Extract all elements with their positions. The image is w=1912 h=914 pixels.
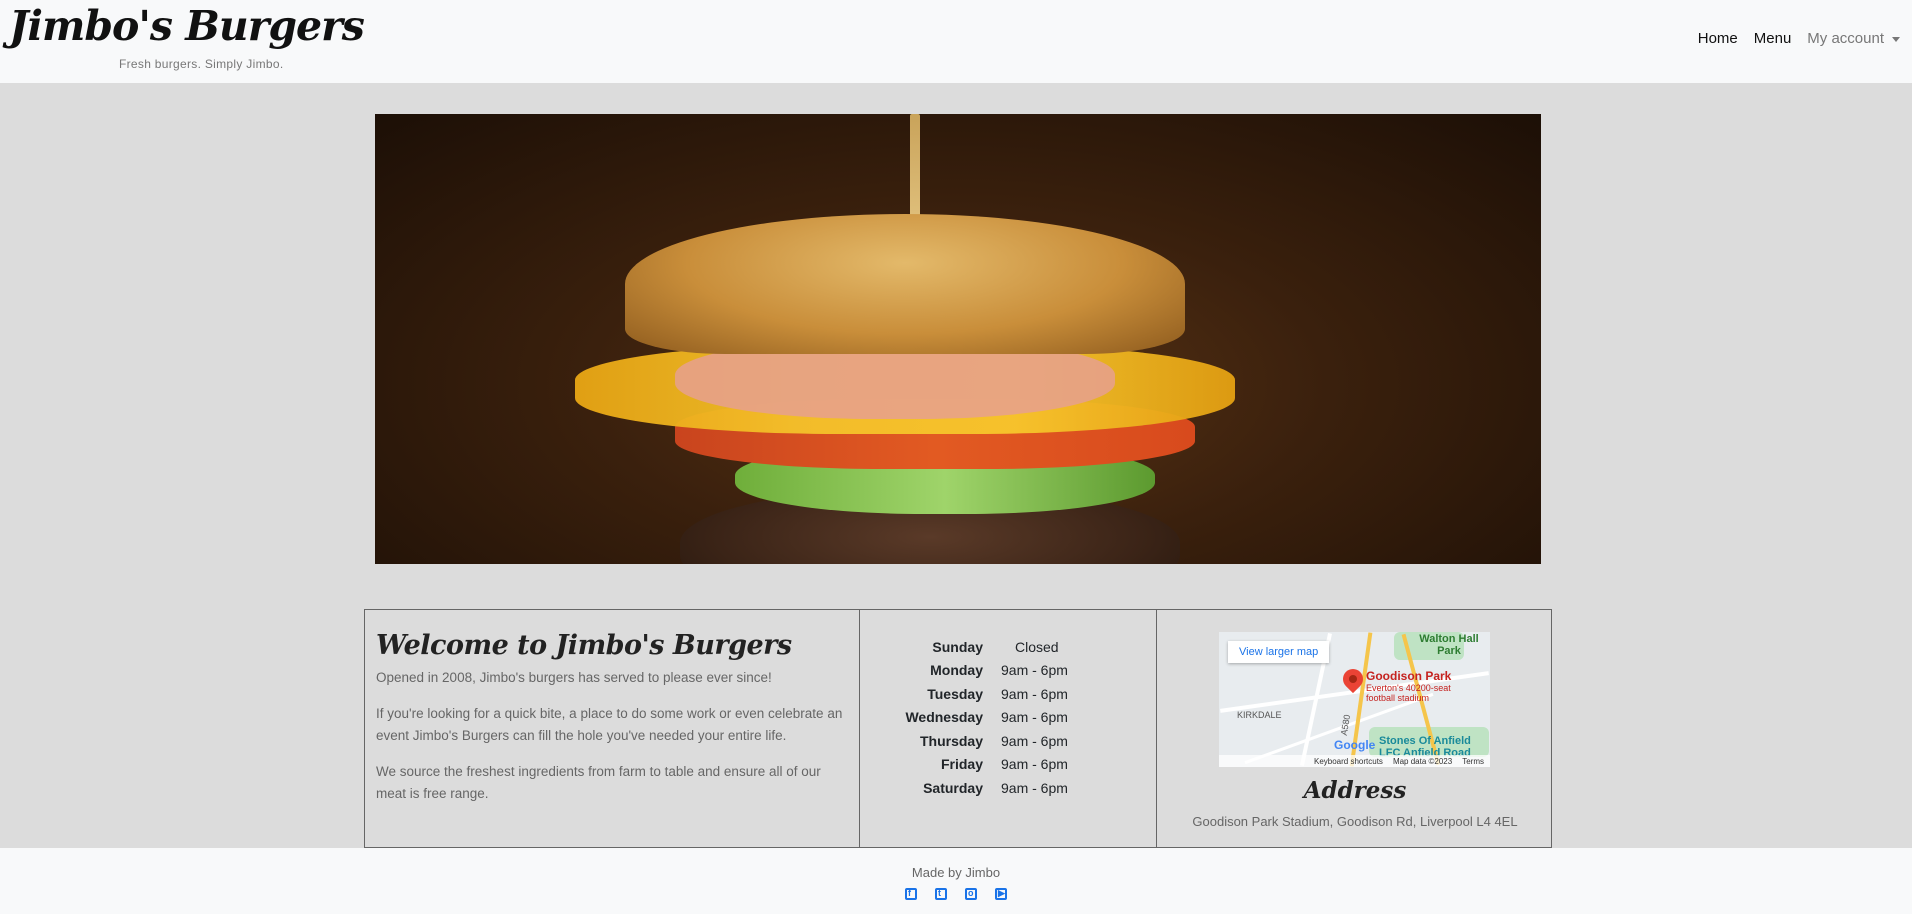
- welcome-paragraph-2: If you're looking for a quick bite, a pl…: [376, 706, 843, 743]
- brand-logo[interactable]: Jimbo's Burgers: [9, 0, 365, 52]
- hours-time: 9am - 6pm: [1001, 756, 1068, 773]
- embedded-map[interactable]: View larger map Goodison Park Everton's …: [1219, 632, 1490, 767]
- hours-row: Thursday 9am - 6pm: [860, 729, 1158, 753]
- map-data-credit: Map data ©2023: [1392, 756, 1453, 766]
- map-footer: Keyboard shortcuts Map data ©2023 Terms: [1219, 755, 1490, 767]
- social-links: f t o ▶: [0, 888, 1912, 900]
- burger-bun: [625, 214, 1185, 354]
- hours-time: Closed: [1015, 638, 1059, 655]
- hours-row: Friday 9am - 6pm: [860, 753, 1158, 777]
- nav-home-link[interactable]: Home: [1698, 30, 1738, 47]
- hours-time: 9am - 6pm: [1001, 685, 1068, 702]
- hero-burger-image: [375, 114, 1541, 564]
- opening-hours-table: Sunday Closed Monday 9am - 6pm Tuesday 9am …: [860, 635, 1158, 800]
- nav-links: Home Menu My account: [1682, 30, 1900, 47]
- hours-day: Wednesday: [905, 709, 983, 726]
- hours-day: Thursday: [919, 732, 983, 749]
- address-title: Address: [1303, 777, 1407, 804]
- welcome-title: Welcome to Jimbo's Burgers: [376, 630, 792, 661]
- welcome-section: Welcome to Jimbo's Burgers Opened in 200…: [364, 609, 860, 848]
- hours-time: 9am - 6pm: [1001, 709, 1068, 726]
- hours-time: 9am - 6pm: [1001, 662, 1068, 679]
- map-place-label: Goodison Park: [1366, 669, 1452, 683]
- map-road-label: A580: [1338, 713, 1353, 737]
- navbar: Jimbo's Burgers Fresh burgers. Simply Ji…: [0, 0, 1912, 83]
- brand-tagline: Fresh burgers. Simply Jimbo.: [119, 57, 284, 71]
- nav-account-label: My account: [1807, 30, 1884, 47]
- caret-down-icon: [1892, 36, 1900, 42]
- map-park-label: Walton Hall Park: [1419, 633, 1479, 657]
- twitter-icon[interactable]: t: [935, 888, 947, 900]
- welcome-paragraph-3: We source the freshest ingredients from …: [376, 764, 821, 801]
- address-text: Goodison Park Stadium, Goodison Rd, Live…: [1192, 814, 1518, 829]
- hours-time: 9am - 6pm: [1001, 732, 1068, 749]
- hours-day: Tuesday: [927, 685, 983, 702]
- view-larger-map-button[interactable]: View larger map: [1228, 641, 1330, 663]
- hours-time: 9am - 6pm: [1001, 779, 1068, 796]
- hours-row: Sunday Closed: [860, 635, 1158, 659]
- google-logo: Google: [1334, 738, 1376, 752]
- hours-day: Saturday: [923, 779, 983, 796]
- hours-row: Wednesday 9am - 6pm: [860, 706, 1158, 730]
- opening-hours-section: Sunday Closed Monday 9am - 6pm Tuesday 9am …: [859, 609, 1157, 848]
- youtube-icon[interactable]: ▶: [995, 888, 1007, 900]
- footer: Made by Jimbo f t o ▶: [0, 848, 1912, 914]
- hours-day: Friday: [940, 756, 983, 773]
- welcome-paragraph-1: Opened in 2008, Jimbo's burgers has serv…: [376, 670, 772, 685]
- map-place-sub: Everton's 40200-seat football stadium: [1366, 683, 1451, 703]
- address-section: View larger map Goodison Park Everton's …: [1156, 609, 1552, 848]
- nav-account-dropdown[interactable]: My account: [1807, 30, 1900, 47]
- map-area-label: KIRKDALE: [1237, 710, 1282, 720]
- hours-row: Saturday 9am - 6pm: [860, 776, 1158, 800]
- hours-day: Monday: [930, 662, 983, 679]
- instagram-icon[interactable]: o: [965, 888, 977, 900]
- made-by-text: Made by Jimbo: [911, 865, 1001, 880]
- hours-row: Tuesday 9am - 6pm: [860, 682, 1158, 706]
- hours-row: Monday 9am - 6pm: [860, 659, 1158, 683]
- nav-menu-link[interactable]: Menu: [1754, 30, 1792, 47]
- facebook-icon[interactable]: f: [905, 888, 917, 900]
- hours-day: Sunday: [932, 638, 983, 655]
- map-keyboard-shortcuts[interactable]: Keyboard shortcuts: [1314, 757, 1383, 766]
- map-terms-link[interactable]: Terms: [1462, 757, 1484, 766]
- toothpick: [910, 114, 920, 224]
